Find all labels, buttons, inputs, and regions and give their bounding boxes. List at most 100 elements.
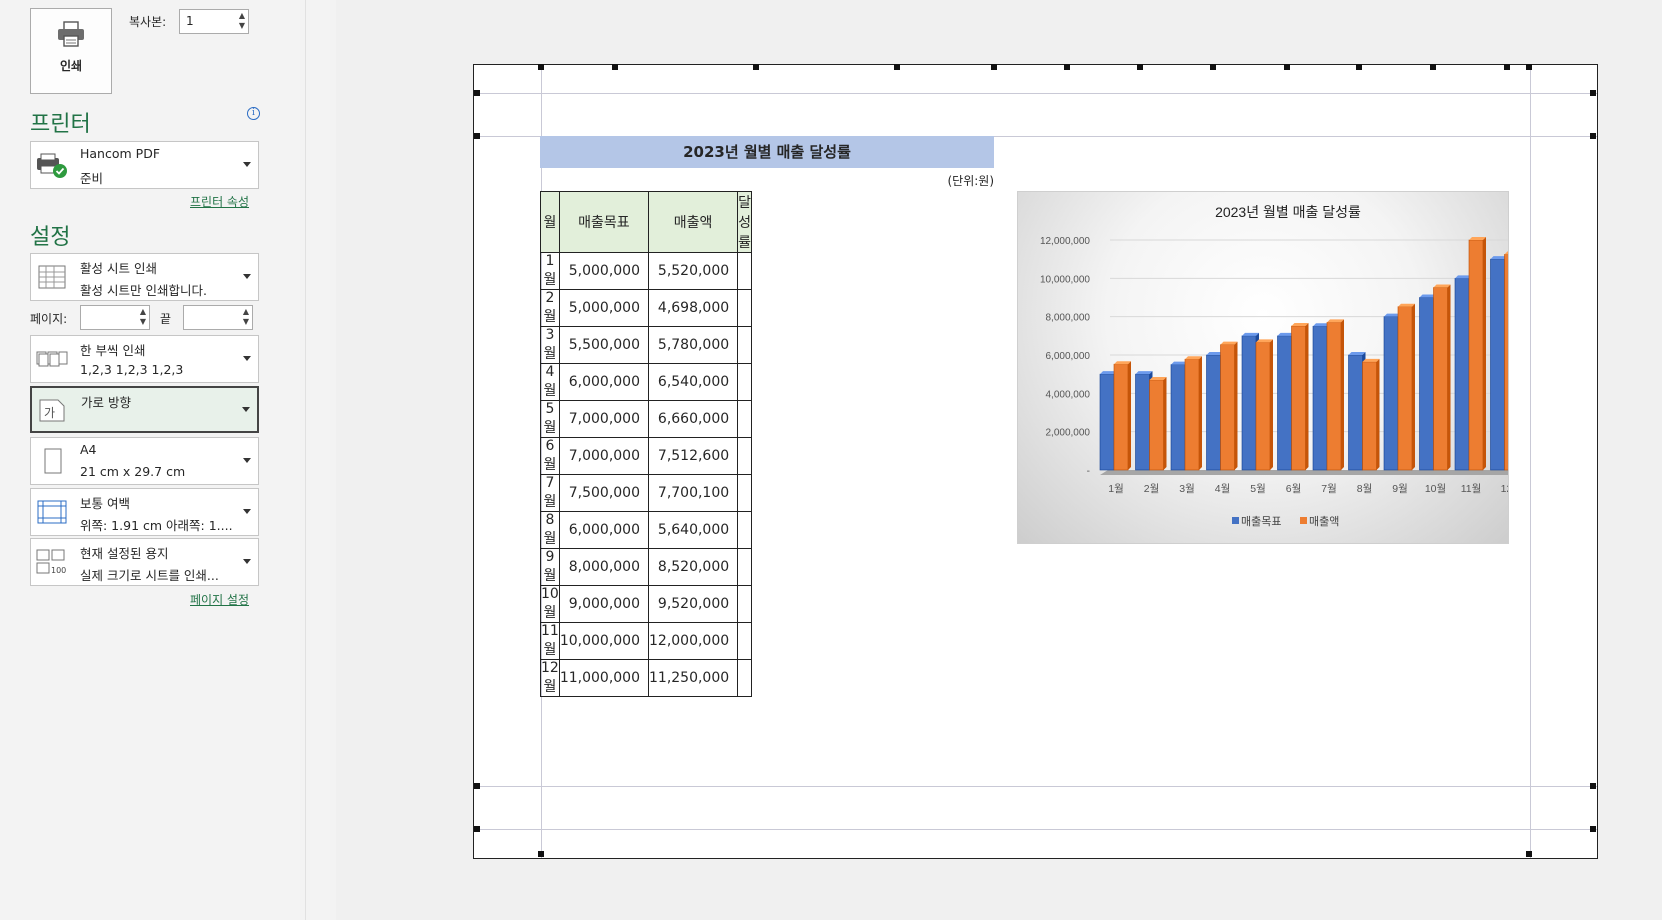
bar-side [1234,341,1238,470]
bar-side [1199,356,1202,470]
paper-size-dropdown[interactable]: A4 21 cm x 29.7 cm [30,437,259,485]
margin-handle[interactable] [474,826,480,832]
x-tick-label: 3월 [1179,483,1195,495]
bar-side [1341,319,1344,470]
margin-handle[interactable] [612,64,618,70]
collate-dropdown[interactable]: 한 부씩 인쇄 1,2,3 1,2,3 1,2,3 [30,335,259,383]
spin-arrows-icon[interactable]: ▲ ▼ [243,307,249,327]
paper-icon [35,446,69,476]
x-tick-label: 1월 [1108,483,1124,495]
month-cell: 10월 [540,585,560,623]
x-tick-label: 7월 [1321,483,1337,495]
chart-title: 2023년 월별 매출 달성률 [1215,204,1361,220]
bar-top [1135,371,1153,375]
target-cell: 7,000,000 [558,437,650,475]
sheet-grid-icon [35,262,69,292]
legend-swatch [1232,517,1239,524]
bar-top [1348,352,1366,355]
spin-arrows-icon[interactable]: ▲ ▼ [239,11,245,31]
scaling-desc: 실제 크기로 시트를 인쇄... [80,568,219,583]
margin-handle[interactable] [1590,826,1596,832]
bar-sales [1113,363,1129,471]
margin-handle[interactable] [1356,64,1362,70]
chart-canvas: 2023년 월별 매출 달성률 - 2,000,000 4,000,000 6,000,… [1040,204,1508,528]
margin-handle[interactable] [1137,64,1143,70]
bar-target [1490,258,1505,471]
printer-properties-link[interactable]: 프린터 속성 [190,193,249,210]
unit-label: (단위:원) [947,174,994,188]
copies-stepper[interactable]: 1 ▲ ▼ [179,9,249,34]
margin-handle[interactable] [1590,783,1596,789]
bar-top [1291,323,1309,327]
scaling-dropdown[interactable]: 100 현재 설정된 용지 실제 크기로 시트를 인쇄... [30,538,259,586]
orientation-label: 가로 방향 [81,395,131,410]
x-tick-label: 4월 [1215,483,1231,495]
target-cell: 11,000,000 [558,659,650,697]
rate-cell [737,511,753,549]
printer-dropdown[interactable]: Hancom PDF 준비 [30,141,259,189]
page-to-stepper[interactable]: ▲ ▼ [183,305,253,330]
bar-side [1376,358,1380,470]
margin-handle[interactable] [1064,64,1070,70]
rate-cell [737,289,753,327]
info-icon[interactable]: i [247,107,260,120]
margin-handle[interactable] [753,64,759,70]
margin-handle[interactable] [1526,851,1532,857]
table-title: 2023년 월별 매출 달성률 [540,136,994,168]
bar-side [1412,303,1415,470]
print-button[interactable]: 인쇄 [30,8,112,94]
target-cell: 6,000,000 [558,511,650,549]
table-row: 3월 5,500,000 5,780,000 [540,326,753,364]
margin-handle[interactable] [1504,64,1510,70]
month-cell: 6월 [540,437,560,475]
y-tick-label: 8,000,000 [1046,313,1091,324]
page-from-stepper[interactable]: ▲ ▼ [80,305,150,330]
rate-cell [737,659,753,697]
bar-sales [1291,325,1306,471]
margin-handle[interactable] [1430,64,1436,70]
bottom-margin-guide[interactable] [474,786,1597,787]
right-margin-guide[interactable] [1530,65,1531,858]
sales-cell: 11,250,000 [647,659,739,697]
chart-floor [1100,470,1508,475]
legend-swatch [1300,517,1307,524]
margin-handle[interactable] [474,133,480,139]
margin-handle[interactable] [1526,64,1532,70]
sales-cell: 5,780,000 [647,326,739,364]
margins-icon [35,497,69,527]
margin-handle[interactable] [1284,64,1290,70]
table-header-row: 월 매출목표 매출액 달성률 [540,191,753,253]
bar-top [1469,237,1486,240]
month-cell: 7월 [540,474,560,512]
orientation-dropdown[interactable]: 가 가로 방향 [30,386,259,433]
sales-cell: 6,660,000 [647,400,739,438]
margins-dropdown[interactable]: 보통 여백 위쪽: 1.91 cm 아래쪽: 1.... [30,488,259,536]
bar-top [1220,341,1238,345]
footer-margin-guide[interactable] [474,829,1597,830]
page-setup-link[interactable]: 페이지 설정 [190,591,249,608]
header-margin-guide[interactable] [474,93,1597,94]
bar-sales [1433,287,1448,471]
margin-handle[interactable] [1590,133,1596,139]
y-tick-label: 2,000,000 [1046,428,1091,439]
margin-handle[interactable] [474,783,480,789]
print-what-dropdown[interactable]: 활성 시트 인쇄 활성 시트만 인쇄합니다. [30,253,259,301]
margin-handle[interactable] [538,64,544,70]
margin-handle[interactable] [1590,90,1596,96]
legend-label: 매출액 [1309,515,1339,528]
bar-top [1256,339,1273,343]
spin-arrows-icon[interactable]: ▲ ▼ [140,307,146,327]
bar-target [1206,354,1221,471]
margin-handle[interactable] [894,64,900,70]
chevron-down-icon [243,559,251,564]
y-tick-label: 6,000,000 [1046,351,1091,362]
margin-handle[interactable] [991,64,997,70]
bar-side [1270,339,1273,470]
margin-handle[interactable] [538,851,544,857]
bar-target [1419,297,1434,471]
bar-side [1128,361,1131,470]
margin-handle[interactable] [1210,64,1216,70]
margin-handle[interactable] [474,90,480,96]
chevron-down-icon [243,356,251,361]
rate-cell [737,326,753,364]
